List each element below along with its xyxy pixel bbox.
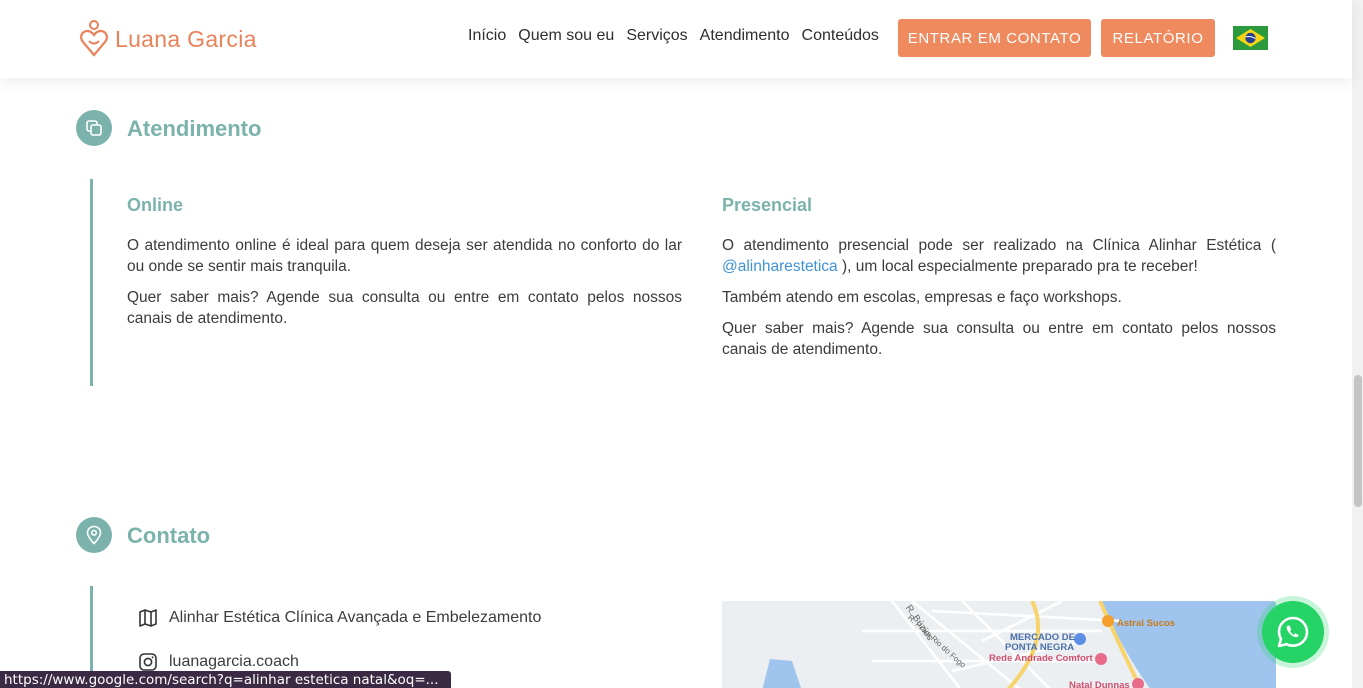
instagram-text: luanagarcia.coach — [169, 653, 299, 670]
main-nav: Início Quem sou eu Serviços Atendimento … — [468, 27, 879, 45]
presencial-paragraph-3: Quer saber mais? Agende sua consulta ou … — [722, 320, 1276, 358]
presencial-p1-before: O atendimento presencial pode ser realiz… — [722, 237, 1276, 254]
presencial-paragraph-1: O atendimento presencial pode ser realiz… — [722, 235, 1276, 277]
location-pin-icon — [76, 517, 112, 553]
whatsapp-button[interactable] — [1257, 596, 1329, 668]
browser-status-url: https://www.google.com/search?q=alinhar … — [0, 671, 451, 688]
instagram-icon — [139, 653, 157, 671]
nav-conteudos[interactable]: Conteúdos — [802, 27, 879, 45]
page-scrollbar[interactable] — [1352, 0, 1363, 688]
map-background — [722, 601, 1276, 688]
nav-atendimento[interactable]: Atendimento — [700, 27, 790, 45]
heart-logo-icon — [80, 20, 108, 57]
map-label-ponta-negra: PONTA NEGRA — [1005, 642, 1075, 653]
alinharestetica-link[interactable]: @alinharestetica — [722, 258, 838, 275]
report-button[interactable]: RELATÓRIO — [1101, 19, 1215, 57]
copy-icon — [76, 110, 112, 146]
scrollbar-thumb[interactable] — [1354, 375, 1362, 507]
contact-button[interactable]: ENTRAR EM CONTATO — [898, 19, 1091, 57]
map-label-rede-andrade: Rede Andrade Comfort — [989, 653, 1093, 664]
presencial-p1-after: ), um local especialmente preparado pra … — [842, 258, 1198, 275]
nav-inicio[interactable]: Início — [468, 27, 506, 45]
map-label-astral-sucos: Astral Sucos — [1117, 618, 1176, 629]
presencial-paragraph-2: Também atendo em escolas, empresas e faç… — [722, 289, 1122, 306]
instagram-row[interactable]: luanagarcia.coach — [138, 652, 299, 672]
atendimento-divider — [90, 179, 93, 386]
google-map[interactable]: R. Búzios R. Praia Rio do Fogo MERCADO D… — [722, 601, 1276, 688]
online-title: Online — [127, 195, 184, 215]
atendimento-title: Atendimento — [127, 116, 262, 141]
address-text: Alinhar Estética Clínica Avançada e Embe… — [169, 609, 542, 626]
address-row[interactable]: Alinhar Estética Clínica Avançada e Embe… — [138, 608, 541, 628]
logo-text: Luana Garcia — [115, 25, 257, 52]
whatsapp-button-inner — [1262, 601, 1324, 663]
contato-title: Contato — [127, 523, 211, 548]
whatsapp-icon — [1277, 616, 1309, 648]
nav-quem-sou-eu[interactable]: Quem sou eu — [518, 27, 614, 45]
map-label-natal-dunnas: Natal Dunnas — [1069, 680, 1130, 688]
map-icon — [139, 609, 157, 627]
nav-servicos[interactable]: Serviços — [626, 27, 687, 45]
brazil-flag-icon[interactable] — [1233, 26, 1268, 50]
online-paragraph-2: Quer saber mais? Agende sua consulta ou … — [127, 289, 682, 327]
presencial-title: Presencial — [722, 195, 813, 215]
online-paragraph-1: O atendimento online é ideal para quem d… — [127, 237, 682, 275]
site-header: Luana Garcia Início Quem sou eu Serviços… — [0, 0, 1352, 78]
site-logo[interactable]: Luana Garcia — [79, 20, 257, 58]
